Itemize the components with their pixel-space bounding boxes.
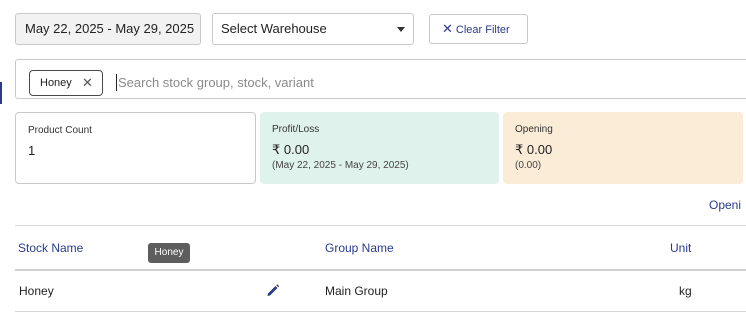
edit-pencil-icon[interactable] bbox=[265, 282, 281, 298]
row-unit: kg bbox=[679, 284, 692, 298]
close-icon: ✕ bbox=[442, 21, 453, 36]
warehouse-select[interactable]: Select Warehouse bbox=[212, 13, 414, 45]
profit-loss-label: Profit/Loss bbox=[272, 124, 320, 135]
column-header-unit[interactable]: Unit bbox=[670, 241, 691, 255]
opening-sub-value: (0.00) bbox=[515, 160, 542, 171]
product-count-label: Product Count bbox=[28, 125, 92, 136]
opening-column-link[interactable]: Openi bbox=[709, 198, 741, 212]
search-input[interactable] bbox=[118, 72, 718, 93]
table-divider-top bbox=[15, 225, 746, 226]
filter-chip-label: Honey bbox=[40, 77, 72, 89]
text-cursor bbox=[116, 74, 117, 91]
clear-filter-label: Clear Filter bbox=[455, 24, 510, 36]
column-header-stock-name[interactable]: Stock Name bbox=[18, 241, 83, 255]
column-header-group-name[interactable]: Group Name bbox=[325, 241, 394, 255]
filter-chip-honey[interactable]: Honey ✕ bbox=[29, 70, 103, 96]
opening-card: Opening ₹ 0.00 (0.00) bbox=[503, 112, 743, 184]
row-stock-name: Honey bbox=[19, 284, 54, 298]
table-row-divider bbox=[15, 311, 746, 312]
stock-name-tooltip: Honey bbox=[148, 243, 190, 263]
date-range-picker[interactable]: May 22, 2025 - May 29, 2025 bbox=[15, 13, 201, 45]
profit-loss-value: ₹ 0.00 bbox=[272, 142, 310, 157]
product-count-card: Product Count 1 bbox=[15, 112, 256, 184]
table-header-divider bbox=[15, 269, 746, 271]
opening-value: ₹ 0.00 bbox=[515, 142, 553, 157]
product-count-value: 1 bbox=[28, 143, 36, 158]
chevron-down-icon bbox=[397, 27, 405, 32]
sidebar-edge-indicator bbox=[0, 82, 2, 104]
profit-loss-card: Profit/Loss ₹ 0.00 (May 22, 2025 - May 2… bbox=[260, 112, 499, 184]
opening-label: Opening bbox=[515, 124, 553, 135]
remove-chip-icon[interactable]: ✕ bbox=[82, 71, 93, 95]
profit-loss-period: (May 22, 2025 - May 29, 2025) bbox=[272, 160, 409, 171]
row-group-name: Main Group bbox=[325, 284, 388, 298]
warehouse-select-value: Select Warehouse bbox=[221, 21, 327, 36]
clear-filter-button[interactable]: ✕ Clear Filter bbox=[429, 14, 528, 44]
